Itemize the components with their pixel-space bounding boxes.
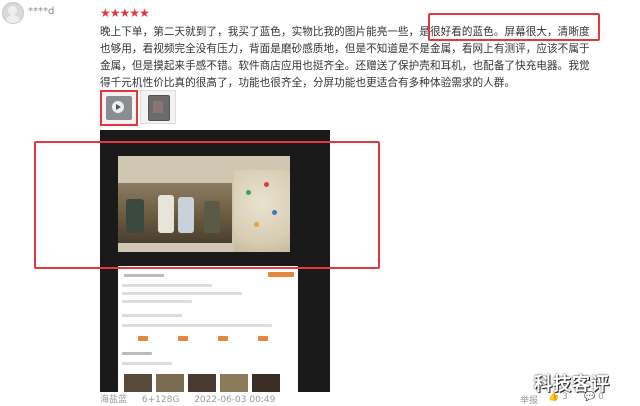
star-icon: ★: [109, 6, 121, 20]
thumbs-up-icon: 👍: [548, 392, 560, 402]
highlight-box-text: [428, 13, 600, 41]
like-button[interactable]: 👍 3: [548, 392, 568, 402]
report-button[interactable]: 举报: [520, 393, 538, 406]
comment-button[interactable]: 💬 0: [584, 392, 604, 402]
star-icon: ★: [100, 6, 111, 20]
spec-label: 6+128G: [141, 395, 180, 405]
star-icon: ★: [119, 6, 131, 20]
star-icon: ★: [129, 6, 140, 20]
tablet-screen-bottom: [118, 266, 298, 392]
tablet-photo-icon: [148, 95, 170, 121]
like-count: 3: [562, 392, 568, 402]
video-play-icon: [112, 101, 124, 113]
comment-icon: 💬: [584, 392, 596, 402]
review-date: 2022-06-03 00:49: [194, 395, 276, 405]
review-meta: 海盐蓝 6+128G 2022-06-03 00:49: [100, 392, 287, 405]
thumbnail-video[interactable]: [100, 90, 138, 126]
variant-label: 海盐蓝: [100, 395, 128, 405]
highlight-box-screen: [34, 141, 380, 269]
avatar: [2, 2, 24, 24]
username: ****d: [28, 6, 55, 17]
star-icon: ★: [139, 6, 150, 20]
rating-stars: ★★★★★: [100, 6, 150, 20]
thumbnail-photo[interactable]: [140, 90, 176, 124]
comment-count: 0: [598, 392, 604, 402]
